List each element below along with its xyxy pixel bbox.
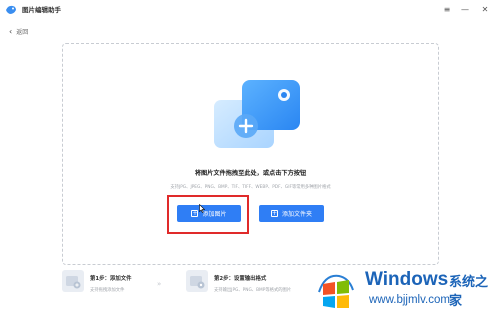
step-2: 第2步：设置输出格式 支持输出JPG、PNG、BMP等格式的图片 [186,270,291,293]
step-1-desc: 支持拖拽添加文件 [90,288,125,293]
back-button[interactable]: ‹ 返回 [9,27,28,36]
watermark-brand: Windows [365,269,449,290]
add-folder-button[interactable]: + 添加文件夹 [259,205,324,222]
app-title: 图片编辑助手 [22,6,61,14]
drop-zone[interactable] [62,43,439,265]
plus-icon: + [270,210,278,217]
step-1-title: 第1步：添加文件 [90,276,132,282]
mouse-cursor-icon [199,204,205,213]
drop-prompt: 将图片文件拖拽至此处，或点击下方按钮 [194,170,307,177]
highlight-box [167,195,249,234]
double-chevron-right-icon: » [157,280,161,288]
add-folder-label: 添加文件夹 [281,211,312,218]
minimize-icon[interactable]: — [458,2,472,16]
supported-formats: 支持JPG、JPEG、PNG、BMP、TIF、TIFF、WEBP、PDF、GIF… [170,185,331,190]
app-window: 图片编辑助手 ≡ — ✕ ‹ 返回 将图片文件拖拽至此处，或点击下方按钮 支持J… [0,0,500,311]
watermark: Windows 系统之家 www.bjjmlv.com [311,262,500,311]
step-1: 第1步：添加文件 支持拖拽添加文件 [62,270,132,293]
image-folder-illustration-icon [214,80,300,148]
chevron-left-icon: ‹ [9,26,13,36]
menu-icon[interactable]: ≡ [440,2,454,16]
step-2-title: 第2步：设置输出格式 [214,276,267,282]
step-2-desc: 支持输出JPG、PNG、BMP等格式的图片 [214,288,292,293]
windows-logo-icon [318,274,354,308]
close-icon[interactable]: ✕ [478,2,492,16]
watermark-url: www.bjjmlv.com [369,294,450,306]
back-label: 返回 [16,29,29,36]
app-logo-icon [6,5,16,14]
step-2-image-icon [186,270,208,292]
title-bar: 图片编辑助手 ≡ — ✕ [0,0,500,20]
step-1-image-icon [62,270,84,292]
watermark-brand-cn: 系统之家 [449,275,489,309]
